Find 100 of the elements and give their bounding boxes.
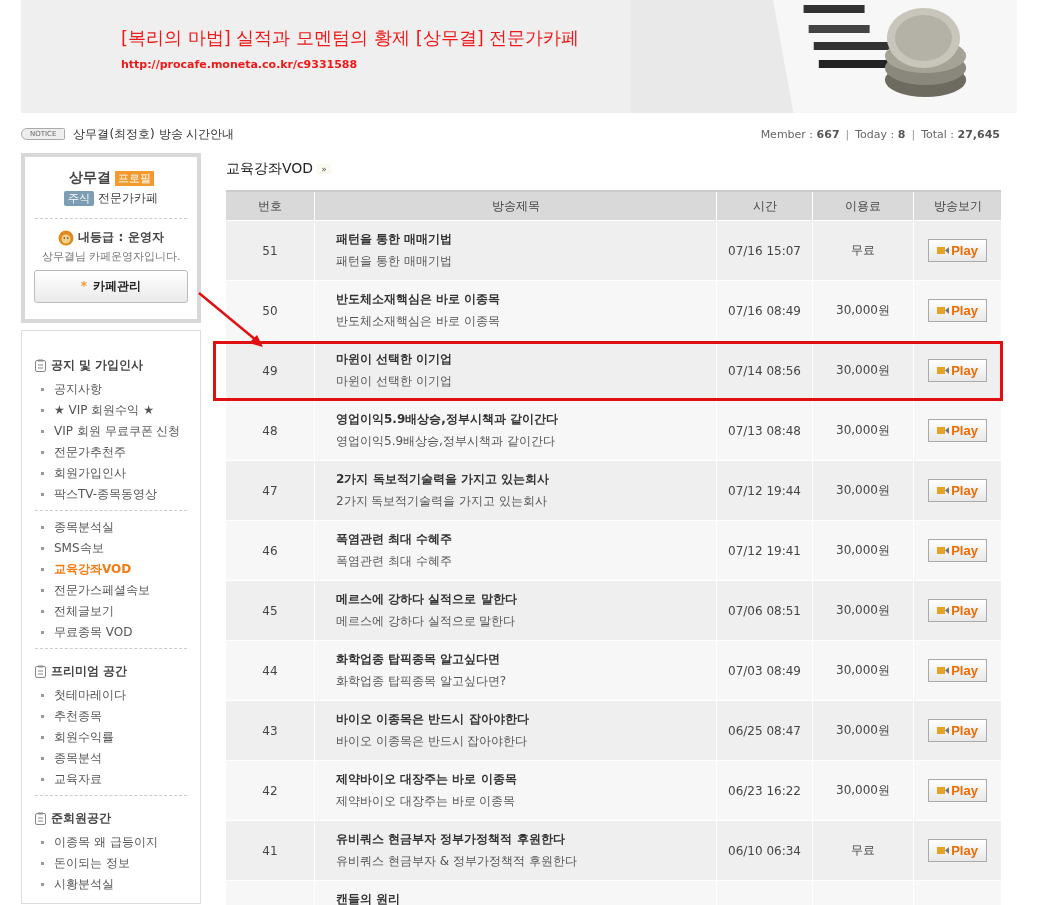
row-number: 51 [262,243,278,258]
video-camera-icon [937,666,950,675]
video-camera-icon [937,726,950,735]
post-title[interactable]: 메르스에 강하다 실적으로 말한다 [336,591,715,608]
cafe-name: 상무결 [68,169,111,187]
menu-item[interactable]: 전체글보기 [54,603,114,620]
video-camera-icon [937,546,950,555]
menu-item[interactable]: 팍스TV-종목동영상 [54,486,158,503]
menu-item[interactable]: 교육자료 [54,771,102,788]
post-subtitle: 유비쿼스 현금부자 & 정부가정책적 후원한다 [336,853,578,870]
post-subtitle: 제약바이오 대장주는 바로 이종목 [336,793,517,810]
video-camera-icon [937,306,950,315]
broadcast-time: 07/16 08:49 [728,303,801,318]
cafe-manage-button[interactable]: * 카페관리 [34,270,188,303]
post-subtitle: 화학업종 탑픽종목 알고싶다면? [336,673,507,690]
fee-text: 30,000원 [836,663,890,677]
chevron-icon: » [317,164,331,174]
fee-text: 30,000원 [836,363,890,377]
post-subtitle: 2가지 독보적기술력을 가지고 있는회사 [336,493,549,510]
menu-item[interactable]: 회원가입인사 [54,465,126,482]
fee-text: 30,000원 [836,543,890,557]
lion-icon [58,229,75,246]
post-title[interactable]: 바이오 이종목은 반드시 잡아야한다 [336,711,715,728]
column-header: 이용료 [812,191,914,221]
menu-item[interactable]: 무료종목 VOD [54,624,133,641]
separator: | [845,127,850,141]
fee-text: 30,000원 [836,423,890,437]
category-tag: 주식 [64,191,94,206]
row-number: 44 [262,663,278,678]
grade-note: 상무결님 카페운영자입니다. [41,249,181,264]
post-title[interactable]: 마윈이 선택한 이기업 [336,351,715,368]
menu-item[interactable]: 종목분석실 [54,519,114,536]
menu-item[interactable]: 시황분석실 [54,876,114,893]
clipboard-icon [35,812,46,825]
menu-item[interactable]: 공지사항 [54,381,102,398]
broadcast-time: 06/25 08:47 [728,723,801,738]
fee-text: 30,000원 [836,723,890,737]
row-number: 46 [262,543,278,558]
menu-section-title: 준회원공간 [51,810,111,827]
menu-item[interactable]: 전문가스페셜속보 [54,582,150,599]
row-number: 43 [262,723,278,738]
post-title[interactable]: 유비쿼스 현금부자 정부가정책적 후원한다 [336,831,715,848]
fee-text: 무료 [851,243,875,257]
post-title[interactable]: 2가지 독보적기술력을 가지고 있는회사 [336,471,715,488]
menu-item[interactable]: 종목분석 [54,750,102,767]
video-camera-icon [937,426,950,435]
fee-text: 30,000원 [836,483,890,497]
video-camera-icon [937,786,950,795]
fee-text: 무료 [851,843,875,857]
video-camera-icon [937,846,950,855]
notice-link[interactable]: 상무결(최정호) 방송 시간안내 [73,125,235,143]
row-number: 45 [262,603,278,618]
stat-text: Member : 667 [760,127,840,141]
post-title[interactable]: 제약바이오 대장주는 바로 이종목 [336,771,715,788]
column-header: 방송보기 [913,191,1001,221]
grade-text: 내등급 : 운영자 [78,229,164,246]
column-header: 번호 [226,191,315,221]
clipboard-icon [35,359,46,372]
post-subtitle: 영업이익5.9배상승,정부시책과 같이간다 [336,433,556,450]
post-title[interactable]: 폭염관련 최대 수혜주 [336,531,715,548]
post-title[interactable]: 영업이익5.9배상승,정부시책과 같이간다 [336,411,715,428]
clipboard-icon [35,665,46,678]
video-camera-icon [937,366,950,375]
broadcast-time: 07/06 08:51 [728,603,801,618]
post-subtitle: 바이오 이종목은 반드시 잡아야한다 [336,733,529,750]
post-subtitle: 패턴을 통한 매매기법 [336,253,453,270]
row-number: 48 [262,423,278,438]
cafe-type: 전문가카페 [98,190,158,207]
post-subtitle: 폭염관련 최대 수혜주 [336,553,453,570]
banner-title: [복리의 마법] 실적과 모멘텀의 황제 [상무결] 전문가카페 [121,26,580,50]
post-subtitle: 메르스에 강하다 실적으로 말한다 [336,613,517,630]
broadcast-time: 07/03 08:49 [728,663,801,678]
broadcast-time: 06/23 16:22 [728,783,801,798]
fee-text: 30,000원 [836,603,890,617]
row-number: 50 [262,303,278,318]
menu-item[interactable]: 추천종목 [54,708,102,725]
row-number: 47 [262,483,278,498]
menu-item[interactable]: 회원수익률 [54,729,114,746]
menu-item[interactable]: ★ VIP 회원수익 ★ [54,402,154,419]
broadcast-time: 07/13 08:48 [728,423,801,438]
broadcast-time: 07/12 19:41 [728,543,801,558]
post-title[interactable]: 화학업종 탑픽종목 알고싶다면 [336,651,715,668]
menu-item[interactable]: 돈이되는 정보 [54,855,130,872]
menu-section-title: 공지 및 가입인사 [51,357,144,374]
stat-text: Total : 27,645 [921,127,1000,141]
post-title[interactable]: 패턴을 통한 매매기법 [336,231,715,248]
post-title[interactable]: 반도체소재핵심은 바로 이종목 [336,291,715,308]
menu-item[interactable]: 전문가추천주 [54,444,126,461]
menu-section-title: 프리미엄 공간 [51,663,128,680]
fee-text: 30,000원 [836,783,890,797]
menu-item[interactable]: 첫테마레이다 [54,687,126,704]
column-header: 시간 [716,191,813,221]
cafe-url-link[interactable]: http://procafe.moneta.co.kr/c9331588 [121,58,580,71]
menu-item[interactable]: SMS속보 [54,540,104,557]
post-subtitle: 마윈이 선택한 이기업 [336,373,453,390]
menu-item[interactable]: VIP 회원 무료쿠폰 신청 [54,423,181,440]
menu-item[interactable]: 이종목 왜 급등이지 [54,834,158,851]
video-camera-icon [937,486,950,495]
broadcast-time: 07/16 15:07 [728,243,801,258]
row-number: 42 [262,783,278,798]
